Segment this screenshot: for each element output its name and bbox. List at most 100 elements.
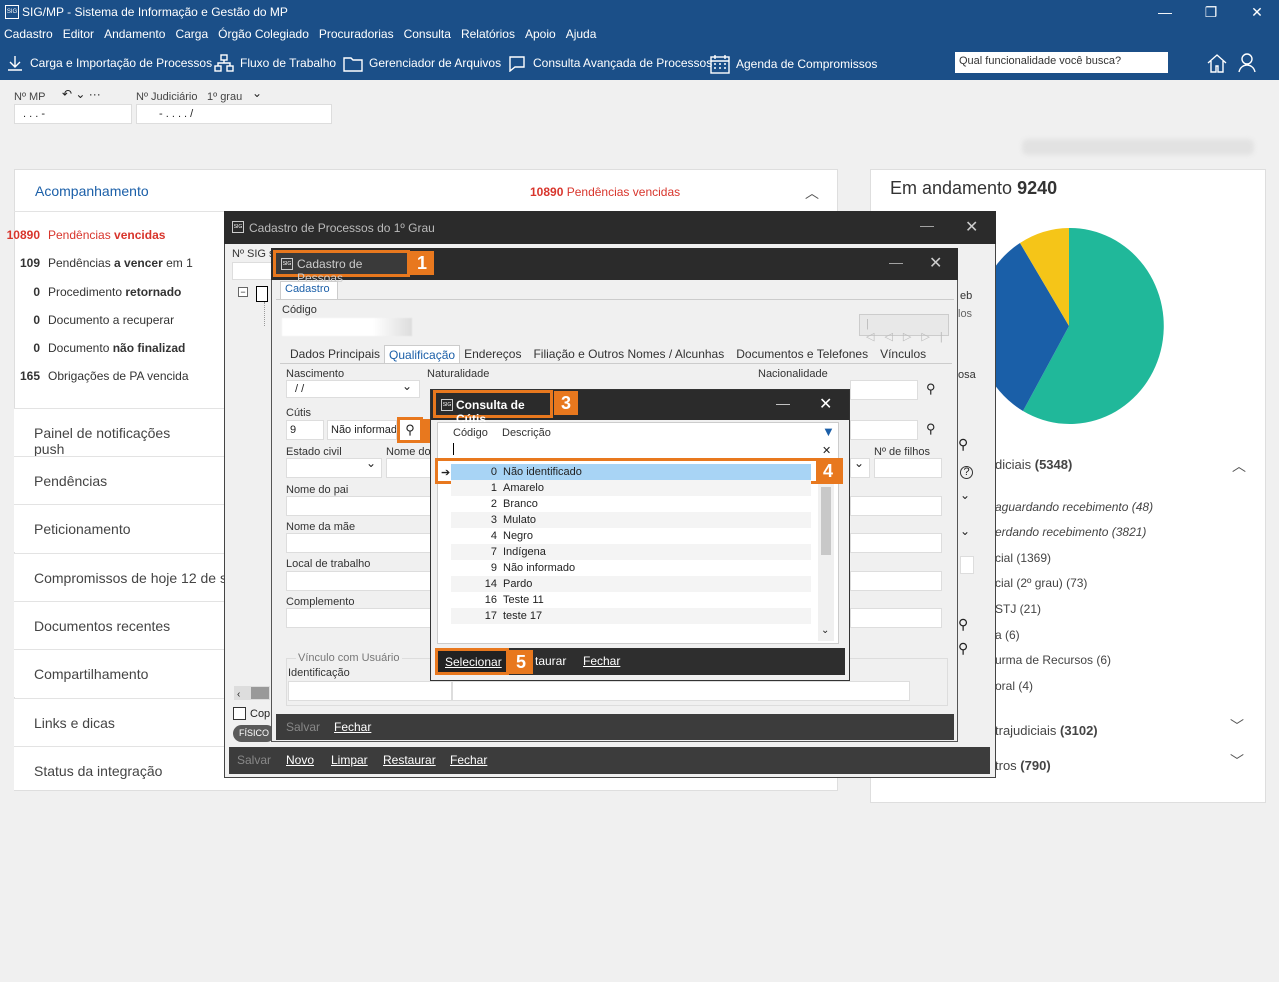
tab-eb[interactable]: eb bbox=[960, 290, 972, 302]
close-icon[interactable]: ✕ bbox=[929, 253, 942, 273]
judiciais-item[interactable]: STJ (21) bbox=[995, 602, 1041, 616]
v-scrollbar[interactable]: ⌄ bbox=[818, 459, 834, 641]
judiciais-item[interactable]: aguardando recebimento (48) bbox=[995, 500, 1153, 514]
tab-dados-principais[interactable]: Dados Principais bbox=[286, 345, 384, 364]
binoculars-icon[interactable]: ⚲ bbox=[958, 436, 968, 453]
minimize-icon[interactable]: — bbox=[1154, 2, 1176, 22]
close-icon[interactable]: ✕ bbox=[819, 394, 832, 414]
search-input[interactable]: Qual funcionalidade você busca? bbox=[955, 52, 1168, 73]
close-icon[interactable]: ✕ bbox=[965, 217, 978, 237]
njud-field[interactable]: - . . . . / bbox=[136, 104, 332, 124]
tab-vinculos[interactable]: Vínculos bbox=[872, 345, 934, 364]
complemento-field[interactable] bbox=[286, 608, 432, 628]
chevron-down-icon[interactable]: ﹀ bbox=[1230, 716, 1244, 736]
list-item[interactable]: 1 Amarelo bbox=[451, 480, 811, 496]
search-icon[interactable]: ⚲ bbox=[926, 381, 936, 397]
judiciais-header[interactable]: diciais (5348) bbox=[995, 457, 1072, 472]
section-peticionamento[interactable]: Peticionamento bbox=[14, 504, 224, 552]
menu-apoio[interactable]: Apoio bbox=[525, 24, 556, 44]
toolbar-carga[interactable]: Carga e Importação de Processos bbox=[6, 54, 212, 72]
list-item[interactable]: 9 Não informado bbox=[451, 560, 811, 576]
filter-icon[interactable]: ▼ bbox=[822, 424, 835, 439]
minimize-icon[interactable]: — bbox=[889, 254, 903, 270]
restore-icon[interactable]: ❐ bbox=[1200, 2, 1222, 22]
tab-filiacao[interactable]: Filiação e Outros Nomes / Alcunhas bbox=[525, 345, 732, 364]
toolbar-fluxo[interactable]: Fluxo de Trabalho bbox=[214, 54, 336, 72]
record-navigator[interactable]: |◁◁▷▷| bbox=[859, 314, 949, 343]
collapse-icon[interactable]: ︿ bbox=[1232, 456, 1246, 476]
pend-row[interactable]: 165 Obrigações de PA vencida bbox=[0, 369, 189, 383]
trabalho-field-right[interactable] bbox=[850, 571, 942, 591]
fechar-button[interactable]: Fechar bbox=[450, 753, 487, 767]
nsig-field[interactable] bbox=[232, 262, 272, 280]
tab-documentos[interactable]: Documentos e Telefones bbox=[732, 345, 872, 364]
add-person-icon[interactable]: ⚲ bbox=[958, 640, 968, 657]
judiciais-item[interactable]: erdando recebimento (3821) bbox=[995, 525, 1146, 539]
nmp-field[interactable]: . . . - bbox=[14, 104, 132, 124]
section-pendencias[interactable]: Pendências bbox=[14, 456, 224, 504]
clear-filter-icon[interactable]: ✕ bbox=[822, 444, 831, 457]
list-item[interactable]: 0 Não identificado bbox=[451, 464, 811, 480]
chevron-down-icon[interactable]: ⌄ bbox=[402, 379, 412, 393]
section-compartilhamento[interactable]: Compartilhamento bbox=[14, 649, 224, 697]
menu-relatorios[interactable]: Relatórios bbox=[461, 24, 515, 44]
list-item[interactable]: 4 Negro bbox=[451, 528, 811, 544]
list-item[interactable]: 7 Indígena bbox=[451, 544, 811, 560]
nome-do-field[interactable] bbox=[386, 458, 432, 478]
menu-andamento[interactable]: Andamento bbox=[104, 24, 165, 44]
help-icon[interactable]: ? bbox=[960, 466, 973, 479]
right-field[interactable] bbox=[850, 420, 918, 440]
judiciais-item[interactable]: oral (4) bbox=[995, 679, 1033, 693]
section-links-dicas[interactable]: Links e dicas bbox=[14, 698, 224, 746]
pend-row[interactable]: 10890 Pendências vencidas bbox=[0, 228, 166, 242]
judiciais-item[interactable]: cial (2º grau) (73) bbox=[995, 576, 1087, 590]
chevron-down-icon[interactable]: ⌄ bbox=[366, 456, 376, 470]
restaurar-button[interactable]: taurar bbox=[535, 654, 566, 668]
pend-row[interactable]: 0 Documento não finalizad bbox=[0, 341, 185, 355]
collapse-icon[interactable]: ︿ bbox=[805, 183, 819, 203]
list-item[interactable]: 16 Teste 11 bbox=[451, 592, 811, 608]
fechar-button[interactable]: Fechar bbox=[334, 720, 371, 734]
minimize-icon[interactable]: — bbox=[920, 217, 934, 233]
chevron-left-icon[interactable]: ‹ bbox=[234, 689, 240, 700]
tab-cadastro[interactable]: Cadastro bbox=[280, 281, 338, 299]
pai-field-right[interactable] bbox=[850, 496, 942, 516]
list-item[interactable]: 17 teste 17 bbox=[451, 608, 811, 624]
toolbar-gerenciador[interactable]: Gerenciador de Arquivos bbox=[343, 54, 501, 72]
home-icon[interactable] bbox=[1206, 52, 1228, 74]
restaurar-button[interactable]: Restaurar bbox=[383, 753, 436, 767]
section-compromissos[interactable]: Compromissos de hoje 12 de s bbox=[14, 553, 224, 601]
menu-ajuda[interactable]: Ajuda bbox=[566, 24, 597, 44]
undo-icon[interactable]: ↶ ⌄ ··· bbox=[62, 87, 101, 101]
col-descricao[interactable]: Descrição bbox=[502, 427, 551, 439]
menu-consulta[interactable]: Consulta bbox=[404, 24, 451, 44]
cutis-value-field[interactable]: Não informad bbox=[327, 420, 397, 440]
complemento-field-right[interactable] bbox=[850, 608, 942, 628]
nascimento-field[interactable]: / / bbox=[286, 380, 420, 398]
menu-editor[interactable]: Editor bbox=[63, 24, 94, 44]
chevron-down-icon[interactable]: ⌄ bbox=[252, 86, 262, 100]
chevron-down-icon[interactable]: ⌄ bbox=[960, 488, 970, 502]
mae-field[interactable] bbox=[286, 533, 432, 553]
list-item[interactable]: 2 Branco bbox=[451, 496, 811, 512]
codigo-field[interactable] bbox=[282, 318, 412, 336]
scroll-thumb[interactable] bbox=[251, 687, 269, 699]
side-field[interactable] bbox=[960, 556, 974, 574]
tab-qualificacao[interactable]: Qualificação bbox=[384, 345, 461, 364]
section-documentos-recentes[interactable]: Documentos recentes bbox=[14, 601, 224, 649]
chevron-down-icon[interactable]: ﹀ bbox=[1230, 751, 1244, 771]
tree-expand-icon[interactable]: − bbox=[238, 287, 248, 297]
minimize-icon[interactable]: — bbox=[776, 395, 790, 411]
mae-field-right[interactable] bbox=[850, 533, 942, 553]
menu-cadastro[interactable]: Cadastro bbox=[4, 24, 53, 44]
grau-select[interactable]: 1º grau bbox=[207, 91, 242, 103]
selecionar-button[interactable]: Selecionar bbox=[435, 648, 509, 675]
salvar-button[interactable]: Salvar bbox=[237, 753, 271, 767]
binoculars-icon[interactable]: ⚲ bbox=[958, 616, 968, 633]
cutis-code-field[interactable]: 9 bbox=[286, 420, 324, 440]
limpar-button[interactable]: Limpar bbox=[331, 753, 368, 767]
fechar-button[interactable]: Fechar bbox=[583, 654, 620, 668]
col-codigo[interactable]: Código bbox=[453, 427, 488, 439]
chevron-down-icon[interactable]: ⌄ bbox=[960, 524, 970, 538]
tab-los[interactable]: los bbox=[958, 308, 972, 320]
